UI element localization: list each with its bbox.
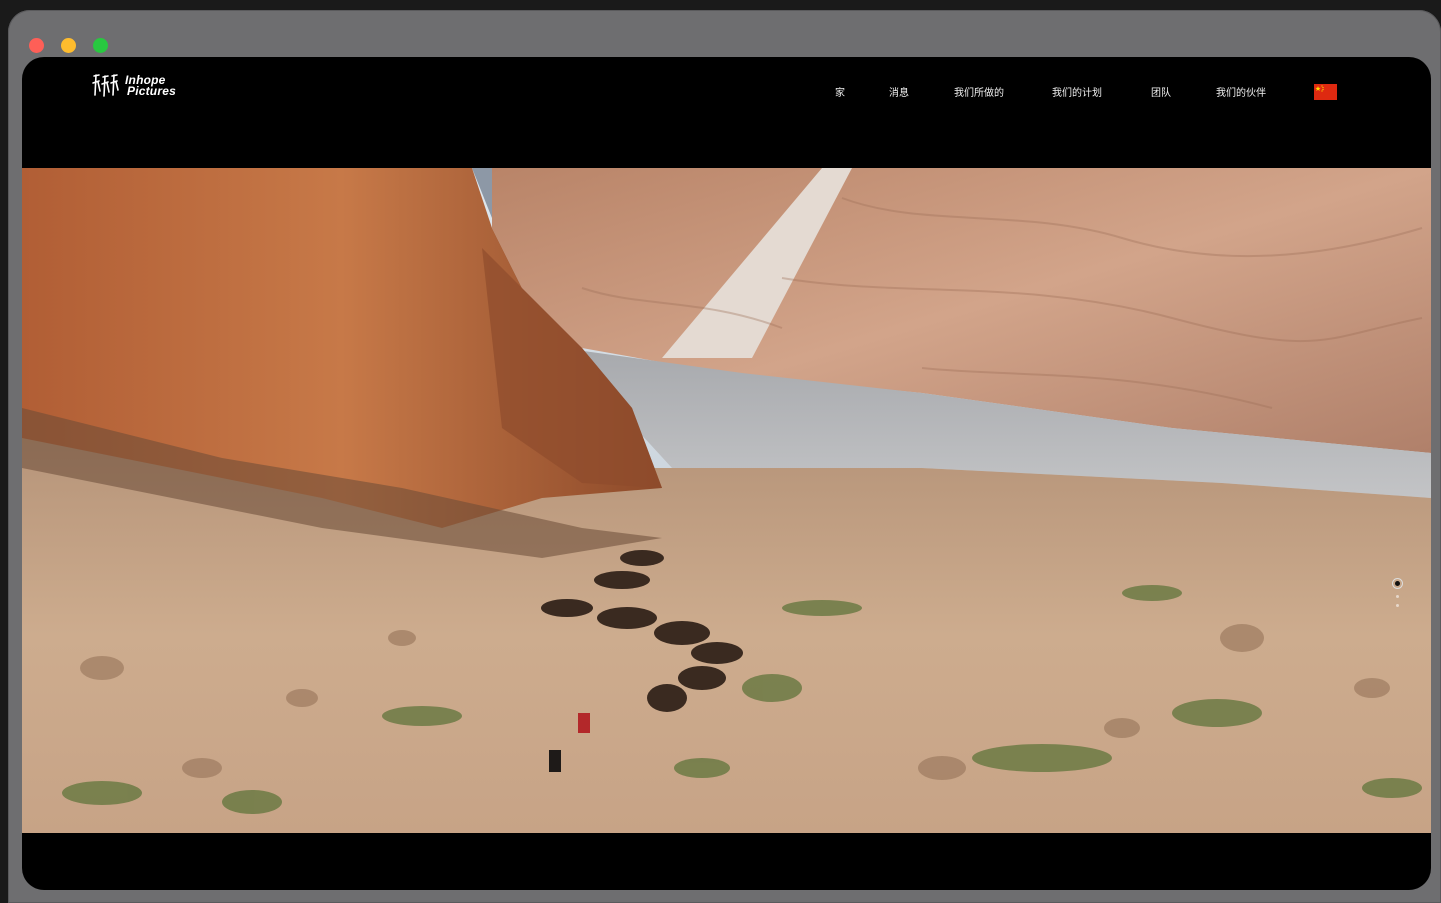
hero-banner (22, 168, 1431, 833)
nav-our-plans[interactable]: 我们的计划 (1052, 84, 1102, 99)
slide-pagination (1392, 578, 1406, 607)
language-switch-button[interactable] (1314, 84, 1337, 100)
minimize-window-button[interactable] (61, 38, 76, 53)
nav-team[interactable]: 团队 (1151, 84, 1171, 99)
slide-dot[interactable] (1396, 604, 1399, 607)
maximize-window-button[interactable] (93, 38, 108, 53)
hero-landscape-image (22, 168, 1431, 833)
nav-what-we-do[interactable]: 我们所做的 (954, 84, 1004, 99)
slide-dot[interactable] (1396, 595, 1399, 598)
close-window-button[interactable] (29, 38, 44, 53)
china-flag-icon (1314, 84, 1337, 100)
nav-partners[interactable]: 我们的伙伴 (1216, 84, 1266, 99)
slide-dot-active[interactable] (1392, 578, 1403, 589)
nav-news[interactable]: 消息 (889, 84, 909, 99)
nav-home[interactable]: 家 (835, 84, 845, 99)
website-viewport: Inhope Pictures 家 消息 我们所做的 我们的计划 团队 我们的伙… (22, 57, 1431, 890)
main-navigation: 家 消息 我们所做的 我们的计划 团队 我们的伙伴 (22, 84, 1431, 104)
